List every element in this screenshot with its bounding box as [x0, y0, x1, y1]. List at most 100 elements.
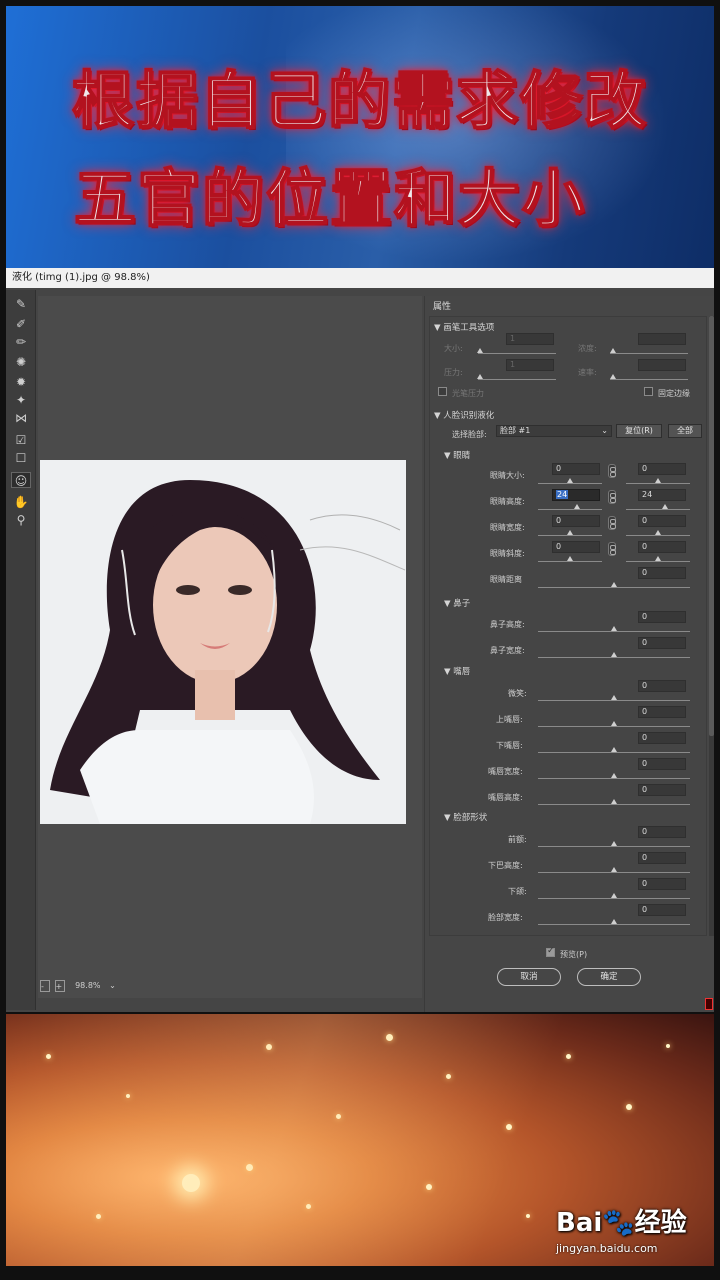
eye-tilt-right-slider[interactable]	[626, 561, 690, 562]
zoom-control[interactable]: - + 98.8% ⌄	[40, 980, 140, 994]
properties-scrollbar[interactable]	[709, 316, 714, 936]
mouth-height-field[interactable]: 0	[638, 784, 686, 796]
lower-lip-knob[interactable]	[611, 747, 617, 752]
eye-height-left-slider[interactable]	[538, 509, 602, 510]
preview-checkbox[interactable]	[546, 946, 555, 957]
zoom-out-button[interactable]: -	[40, 980, 50, 992]
jawline-field[interactable]: 0	[638, 878, 686, 890]
lower-lip-field[interactable]: 0	[638, 732, 686, 744]
face-tool-icon[interactable]: ☺	[11, 472, 31, 488]
brush-rate-slider[interactable]	[610, 379, 688, 380]
eye-tilt-left-field[interactable]: 0	[552, 541, 600, 553]
chin-height-slider[interactable]	[538, 872, 690, 873]
eye-width-left-knob[interactable]	[567, 530, 573, 535]
zoom-icon[interactable]: ⚲	[11, 512, 31, 528]
eye-height-right-slider[interactable]	[626, 509, 690, 510]
reset-button[interactable]: 复位(R)	[616, 424, 662, 438]
eye-width-right-field[interactable]: 0	[638, 515, 686, 527]
eye-width-right-knob[interactable]	[655, 530, 661, 535]
freeze-mask-icon[interactable]: ☑	[11, 432, 31, 448]
brush-density-field[interactable]	[638, 333, 686, 345]
bloat-icon[interactable]: ✦	[11, 392, 31, 408]
all-button[interactable]: 全部	[668, 424, 702, 438]
mouth-width-slider[interactable]	[538, 778, 690, 779]
nose-width-slider[interactable]	[538, 657, 690, 658]
lower-lip-slider[interactable]	[538, 752, 690, 753]
face-width-field[interactable]: 0	[638, 904, 686, 916]
eye-distance-knob[interactable]	[611, 582, 617, 587]
brush-rate-knob[interactable]	[610, 374, 616, 379]
forehead-field[interactable]: 0	[638, 826, 686, 838]
eye-size-left-knob[interactable]	[567, 478, 573, 483]
nose-height-knob[interactable]	[611, 626, 617, 631]
cancel-button[interactable]: 取消	[497, 968, 561, 986]
nose-header[interactable]: ▼ 鼻子	[444, 597, 470, 609]
eye-tilt-link-icon[interactable]	[608, 542, 616, 556]
eye-width-right-slider[interactable]	[626, 535, 690, 536]
nose-height-slider[interactable]	[538, 631, 690, 632]
smile-slider[interactable]	[538, 700, 690, 701]
eye-size-left-slider[interactable]	[538, 483, 602, 484]
twirl-icon[interactable]: ✺	[11, 354, 31, 370]
nose-height-field[interactable]: 0	[638, 611, 686, 623]
face-width-knob[interactable]	[611, 919, 617, 924]
jawline-slider[interactable]	[538, 898, 690, 899]
brush-size-field[interactable]: 1	[506, 333, 554, 345]
eye-tilt-left-knob[interactable]	[567, 556, 573, 561]
chin-height-knob[interactable]	[611, 867, 617, 872]
eye-tilt-right-knob[interactable]	[655, 556, 661, 561]
face-aware-header[interactable]: ▼ 人脸识别液化	[434, 409, 494, 421]
hand-icon[interactable]: ✋	[11, 494, 31, 510]
zoom-in-button[interactable]: +	[54, 980, 65, 992]
brush-options-header[interactable]: ▼ 画笔工具选项	[434, 321, 494, 333]
zoom-value[interactable]: 98.8%	[75, 980, 100, 992]
upper-lip-field[interactable]: 0	[638, 706, 686, 718]
eye-size-right-knob[interactable]	[655, 478, 661, 483]
select-face-dropdown[interactable]: 脸部 #1 ⌄	[496, 425, 612, 437]
smile-knob[interactable]	[611, 695, 617, 700]
eye-width-left-field[interactable]: 0	[552, 515, 600, 527]
brush-size-knob[interactable]	[477, 348, 483, 353]
brush-density-slider[interactable]	[610, 353, 688, 354]
reconstruct-icon[interactable]: ✐	[11, 316, 31, 332]
eye-size-link-icon[interactable]	[608, 464, 616, 478]
mouth-width-knob[interactable]	[611, 773, 617, 778]
eye-height-left-field[interactable]: 24	[552, 489, 600, 501]
forehead-slider[interactable]	[538, 846, 690, 847]
chin-height-field[interactable]: 0	[638, 852, 686, 864]
eye-size-left-field[interactable]: 0	[552, 463, 600, 475]
brush-pressure-knob[interactable]	[477, 374, 483, 379]
eye-size-right-slider[interactable]	[626, 483, 690, 484]
brush-density-knob[interactable]	[610, 348, 616, 353]
portrait-photo[interactable]	[40, 460, 406, 824]
eye-height-right-field[interactable]: 24	[638, 489, 686, 501]
eye-width-left-slider[interactable]	[538, 535, 602, 536]
mouth-height-slider[interactable]	[538, 804, 690, 805]
brush-pressure-slider[interactable]	[478, 379, 556, 380]
eye-distance-slider[interactable]	[538, 587, 690, 588]
eye-width-link-icon[interactable]	[608, 516, 616, 530]
eye-height-left-knob[interactable]	[574, 504, 580, 509]
pen-pressure-checkbox[interactable]	[438, 387, 447, 396]
eye-height-right-knob[interactable]	[662, 504, 668, 509]
pucker-icon[interactable]: ✹	[11, 374, 31, 390]
scrollbar-thumb[interactable]	[709, 316, 714, 736]
face-width-slider[interactable]	[538, 924, 690, 925]
eyes-header[interactable]: ▼ 眼睛	[444, 449, 470, 461]
brush-pressure-field[interactable]: 1	[506, 359, 554, 371]
nose-width-field[interactable]: 0	[638, 637, 686, 649]
upper-lip-slider[interactable]	[538, 726, 690, 727]
eye-tilt-left-slider[interactable]	[538, 561, 602, 562]
face-shape-header[interactable]: ▼ 脸部形状	[444, 811, 487, 823]
mouth-height-knob[interactable]	[611, 799, 617, 804]
eye-height-link-icon[interactable]	[608, 490, 616, 504]
eye-size-right-field[interactable]: 0	[638, 463, 686, 475]
ok-button[interactable]: 确定	[577, 968, 641, 986]
chevron-down-icon[interactable]: ⌄	[109, 980, 116, 992]
brush-rate-field[interactable]	[638, 359, 686, 371]
thaw-mask-icon[interactable]: ☐	[11, 450, 31, 466]
forward-warp-icon[interactable]: ✎	[11, 296, 31, 312]
brush-size-slider[interactable]	[478, 353, 556, 354]
pin-edges-checkbox[interactable]	[644, 387, 653, 396]
push-left-icon[interactable]: ⋈	[11, 410, 31, 426]
